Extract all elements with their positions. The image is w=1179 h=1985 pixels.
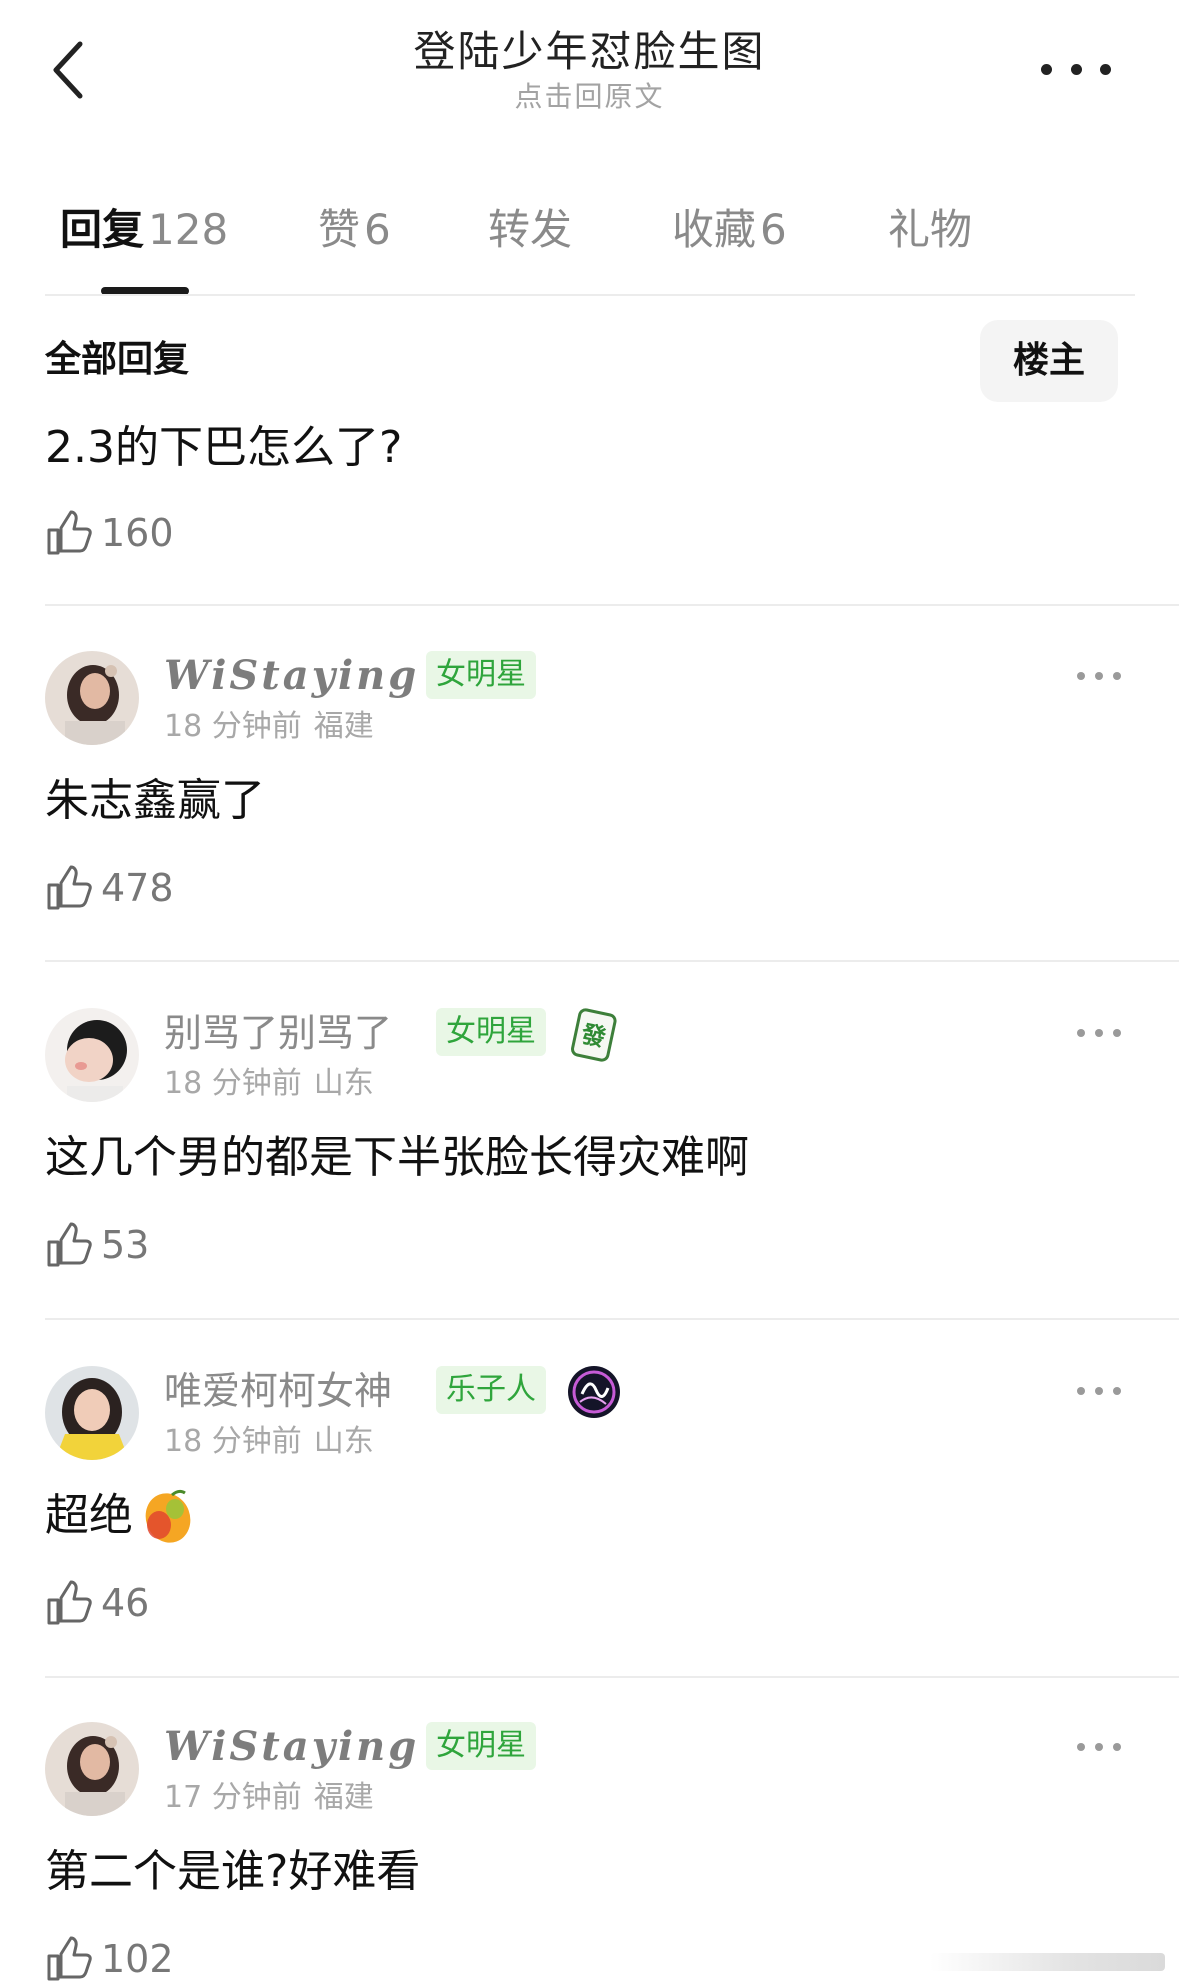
like-button[interactable]: 46 (45, 1578, 149, 1628)
pinned-comment-text: 2.3的下巴怎么了? (45, 422, 403, 473)
tab-reposts[interactable]: 转发 (488, 195, 572, 265)
all-replies-label: 全部回复 (45, 339, 190, 380)
thumbs-up-icon (47, 865, 92, 910)
tab-count: 128 (148, 205, 229, 254)
comment-meta: 17 分钟前 福建 (164, 1778, 374, 1818)
comment-text: 第二个是谁?好难看 (45, 1846, 421, 1897)
page-title: 登陆少年怼脸生图 (413, 27, 766, 76)
divider (45, 960, 1179, 962)
user-badge: 女明星 (426, 651, 536, 699)
bottom-fade (930, 1953, 1165, 1971)
comment-more-button[interactable] (1077, 1384, 1121, 1398)
comment-time: 18 分钟前 (164, 1424, 302, 1459)
like-count: 478 (101, 866, 174, 910)
comment-text-content: 超绝 (45, 1490, 133, 1541)
more-options-button[interactable] (1041, 54, 1111, 84)
divider (45, 604, 1179, 606)
tab-gifts[interactable]: 礼物 (888, 195, 972, 265)
tab-label: 收藏 (672, 205, 757, 254)
comment-time: 18 分钟前 (164, 709, 302, 744)
more-dot-icon (1095, 1029, 1103, 1037)
username[interactable]: WiStaying (164, 651, 419, 701)
like-count: 102 (101, 1937, 174, 1981)
comment-meta: 18 分钟前 山东 (164, 1064, 374, 1104)
comment-text: 超绝 (45, 1486, 197, 1546)
divider (45, 1318, 1179, 1320)
comment-item: 别骂了别骂了 女明星 發 18 分钟前 山东 这几个男的都是下半张脸长得灾难啊 5… (0, 1008, 1179, 1360)
user-badge: 女明星 (426, 1722, 536, 1770)
more-dot-icon (1113, 672, 1121, 680)
username[interactable]: 别骂了别骂了 (164, 1008, 392, 1058)
avatar[interactable] (45, 1722, 139, 1816)
comment-more-button[interactable] (1077, 669, 1121, 683)
like-count: 53 (101, 1223, 150, 1267)
more-dot-icon (1077, 1743, 1085, 1751)
more-dot-icon (1095, 1743, 1103, 1751)
comment-location: 山东 (313, 1424, 374, 1459)
thumbs-up-icon (47, 1936, 92, 1981)
comment-page: 登陆少年怼脸生图 点击回原文 回复128 赞6 转发 收藏6 礼物 全部回复 楼… (0, 0, 1179, 1985)
comment-meta: 18 分钟前 福建 (164, 707, 374, 747)
avatar[interactable] (45, 1008, 139, 1102)
avatar[interactable] (45, 1366, 139, 1460)
more-dot-icon (1113, 1387, 1121, 1395)
like-count: 46 (101, 1581, 150, 1625)
more-dot-icon (1077, 1387, 1085, 1395)
tab-bar: 回复128 赞6 转发 收藏6 礼物 (0, 195, 1179, 295)
comment-location: 山东 (313, 1066, 374, 1101)
comment-more-button[interactable] (1077, 1740, 1121, 1754)
comment-time: 17 分钟前 (164, 1780, 302, 1815)
like-count: 160 (101, 511, 174, 555)
user-badge: 女明星 (436, 1008, 546, 1056)
comment-text: 这几个男的都是下半张脸长得灾难啊 (45, 1132, 749, 1183)
like-button[interactable]: 53 (45, 1220, 149, 1270)
more-dot-icon (1041, 63, 1052, 75)
more-dot-icon (1077, 1029, 1085, 1037)
comment-location: 福建 (313, 1780, 374, 1815)
tab-favorites[interactable]: 收藏6 (672, 195, 787, 265)
divider (45, 1676, 1179, 1678)
top-nav-bar: 登陆少年怼脸生图 点击回原文 (0, 0, 1179, 150)
divider (45, 294, 1135, 296)
more-dot-icon (1077, 672, 1085, 680)
tab-label: 转发 (488, 205, 573, 254)
username[interactable]: WiStaying (164, 1722, 419, 1772)
comment-meta: 18 分钟前 山东 (164, 1422, 374, 1462)
avatar[interactable] (45, 651, 139, 745)
medal-icon (566, 1364, 622, 1420)
tab-label: 回复 (60, 205, 145, 254)
comment-location: 福建 (313, 709, 374, 744)
more-dot-icon (1113, 1743, 1121, 1751)
comment-text: 朱志鑫赢了 (45, 775, 265, 826)
comment-item: WiStaying 女明星 18 分钟前 福建 朱志鑫赢了 478 (0, 651, 1179, 1003)
tab-label: 赞 (318, 205, 361, 254)
thumbs-up-icon (47, 1222, 92, 1267)
like-button[interactable]: 102 (45, 1934, 174, 1984)
more-dot-icon (1095, 1387, 1103, 1395)
comment-time: 18 分钟前 (164, 1066, 302, 1101)
op-only-button[interactable]: 楼主 (980, 320, 1118, 402)
comment-more-button[interactable] (1077, 1026, 1121, 1040)
back-to-post-link[interactable]: 点击回原文 (0, 80, 1179, 114)
tab-likes[interactable]: 赞6 (318, 195, 391, 265)
thumbs-up-icon (47, 510, 92, 555)
tab-count: 6 (760, 205, 787, 254)
thumbs-up-icon (47, 1580, 92, 1625)
more-dot-icon (1113, 1029, 1121, 1037)
like-button[interactable]: 478 (45, 863, 174, 913)
more-dot-icon (1070, 63, 1082, 75)
like-button[interactable]: 160 (45, 508, 174, 558)
user-badge: 乐子人 (436, 1366, 546, 1414)
mahjong-fa-icon: 發 (566, 1006, 622, 1062)
more-dot-icon (1095, 672, 1103, 680)
tab-count: 6 (364, 205, 391, 254)
tab-replies[interactable]: 回复128 (60, 195, 228, 265)
mango-emoji (145, 1489, 191, 1543)
comment-item: WiStaying 女明星 17 分钟前 福建 第二个是谁?好难看 102 (0, 1722, 1179, 1985)
comment-item: 唯爱柯柯女神 乐子人 18 分钟前 山东 超绝 46 (0, 1366, 1179, 1718)
tab-label: 礼物 (888, 205, 973, 254)
more-dot-icon (1100, 63, 1111, 75)
username[interactable]: 唯爱柯柯女神 (164, 1366, 392, 1416)
